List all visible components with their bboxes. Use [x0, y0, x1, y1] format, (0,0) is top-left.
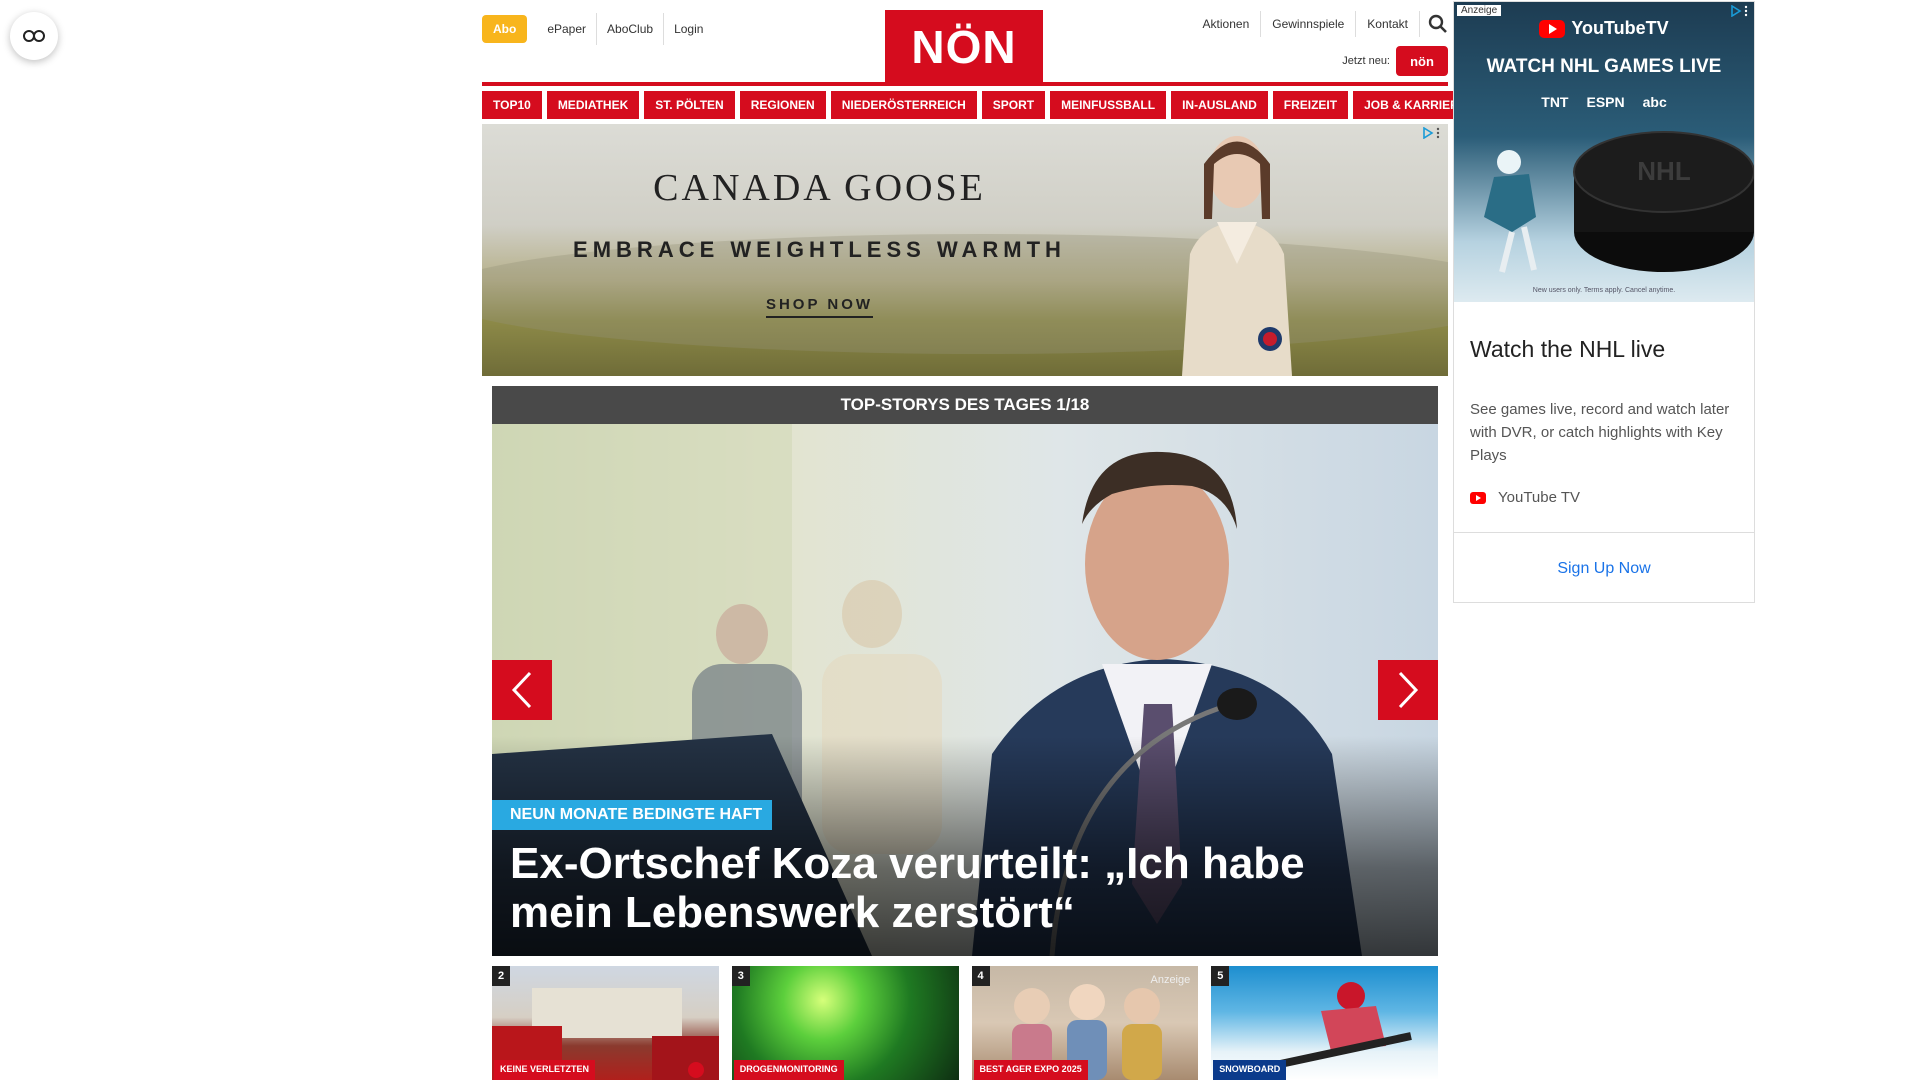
nav-regionen[interactable]: REGIONEN [739, 91, 826, 119]
abo-button[interactable]: Abo [482, 15, 528, 43]
glasses-icon [23, 30, 45, 42]
thumb-number: 2 [492, 966, 510, 986]
aboclub-link[interactable]: AboClub [597, 13, 665, 45]
nav-sport[interactable]: SPORT [981, 91, 1046, 119]
tnt-logo: TNT [1541, 94, 1569, 110]
gewinnspiele-link[interactable]: Gewinnspiele [1261, 11, 1357, 37]
noen-logo[interactable]: NÖN [885, 10, 1043, 84]
story-thumbnails: 2 KEINE VERLETZTEN 3 DROGENMONITORING 4 … [492, 966, 1438, 1080]
side-ad-fine-print: New users only. Terms apply. Cancel anyt… [1532, 287, 1676, 294]
utility-links-right: Aktionen Gewinnspiele Kontakt [1192, 11, 1448, 37]
banner-cta: SHOP NOW [765, 296, 874, 318]
banner-tagline: EMBRACE WEIGHTLESS WARMTH [573, 237, 1066, 262]
chevron-right-icon [1398, 671, 1419, 709]
main-navigation: TOP10 MEDIATHEK ST. PÖLTEN REGIONEN NIED… [482, 91, 1478, 119]
header-divider [482, 82, 1448, 86]
banner-shop-now-link[interactable]: SHOP NOW [482, 296, 1157, 318]
ad-label: Anzeige [1457, 5, 1502, 16]
nav-meinfussball[interactable]: MEINFUSSBALL [1050, 91, 1167, 119]
hero-story[interactable]: NEUN MONATE BEDINGTE HAFT Ex-Ortschef Ko… [492, 424, 1438, 956]
ad-choices-icon[interactable] [1730, 4, 1752, 18]
side-ad-source: YouTube TV [1470, 489, 1580, 506]
nav-st-poelten[interactable]: ST. PÖLTEN [644, 91, 735, 119]
side-ad-title[interactable]: Watch the NHL live [1470, 336, 1665, 363]
side-ad-description: See games live, record and watch later w… [1470, 401, 1730, 464]
top-stories-slider: TOP-STORYS DES TAGES 1/18 NEUN MONATE BE… [492, 386, 1438, 956]
thumb-number: 4 [971, 966, 990, 986]
side-ad-source-name: YouTube TV [1498, 489, 1581, 506]
thumb-number: 5 [1211, 966, 1230, 986]
youtube-tv-side-ad[interactable]: NHL Anzeige YouTubeTV WATCH NHL GAMES LI… [1453, 1, 1755, 603]
hero-kicker: NEUN MONATE BEDINGTE HAFT [492, 800, 773, 830]
youtube-tv-wordmark: YouTubeTV [1571, 18, 1669, 38]
story-thumb-4[interactable]: 4 Anzeige BEST AGER EXPO 2025 [971, 966, 1199, 1080]
reader-mode-button[interactable] [10, 12, 58, 60]
kontakt-link[interactable]: Kontakt [1356, 11, 1420, 37]
canada-goose-banner-ad[interactable]: CANADA GOOSE EMBRACE WEIGHTLESS WARMTH S… [482, 124, 1448, 376]
abc-logo: abc [1642, 94, 1667, 110]
login-link[interactable]: Login [664, 13, 713, 45]
story-thumb-5[interactable]: 5 SNOWBOARD [1211, 966, 1438, 1080]
aktionen-link[interactable]: Aktionen [1192, 11, 1262, 37]
jetzt-neu-label: Jetzt neu: [1342, 55, 1390, 67]
nav-in-ausland[interactable]: IN-AUSLAND [1171, 91, 1268, 119]
thumb-label: SNOWBOARD [1213, 1060, 1287, 1080]
espn-logo: ESPN [1586, 94, 1625, 110]
thumb-label: BEST AGER EXPO 2025 [973, 1060, 1088, 1080]
thumb-number: 3 [731, 966, 750, 986]
utility-links-left: Abo ePaper AboClub Login [482, 13, 713, 45]
side-ad-image[interactable]: NHL Anzeige YouTubeTV WATCH NHL GAMES LI… [1454, 2, 1754, 302]
slider-title: TOP-STORYS DES TAGES 1/18 [492, 386, 1438, 424]
side-ad-divider [1454, 532, 1754, 533]
nav-niederoesterreich[interactable]: NIEDERÖSTERREICH [830, 91, 977, 119]
thumb-ad-label: Anzeige [1150, 974, 1191, 986]
youtube-icon [1470, 491, 1486, 504]
slider-prev-button[interactable] [492, 660, 552, 720]
thumb-label: KEINE VERLETZTEN [494, 1060, 596, 1080]
youtube-play-icon [1539, 19, 1566, 38]
site-header: Abo ePaper AboClub Login NÖN Aktionen Ge… [482, 0, 1448, 84]
sign-up-now-button[interactable]: Sign Up Now [1454, 560, 1754, 578]
hockey-graphic: NHL [1484, 131, 1754, 273]
noen-app-badge[interactable]: nön [1396, 46, 1448, 76]
story-thumb-2[interactable]: 2 KEINE VERLETZTEN [492, 966, 719, 1080]
thumb-label: DROGENMONITORING [733, 1060, 844, 1080]
jetzt-neu-promo[interactable]: Jetzt neu: nön [1342, 46, 1448, 76]
search-icon[interactable] [1428, 14, 1448, 34]
nav-top10[interactable]: TOP10 [482, 91, 542, 119]
story-thumb-3[interactable]: 3 DROGENMONITORING [731, 966, 959, 1080]
youtube-tv-logo: YouTubeTV [1454, 18, 1754, 39]
slider-next-button[interactable] [1378, 660, 1438, 720]
nav-freizeit[interactable]: FREIZEIT [1272, 91, 1349, 119]
ad-choices-icon[interactable] [1422, 126, 1444, 140]
banner-brand: CANADA GOOSE [653, 167, 986, 209]
hero-headline[interactable]: Ex-Ortschef Koza verurteilt: „Ich habe m… [510, 839, 1390, 937]
side-ad-headline: WATCH NHL GAMES LIVE [1486, 56, 1722, 77]
chevron-left-icon [511, 671, 532, 709]
nav-mediathek[interactable]: MEDIATHEK [546, 91, 640, 119]
network-logos: TNT ESPN abc [1454, 94, 1754, 110]
epaper-link[interactable]: ePaper [537, 13, 598, 45]
banner-model-image [1182, 136, 1292, 376]
svg-text:NHL: NHL [1637, 156, 1691, 186]
